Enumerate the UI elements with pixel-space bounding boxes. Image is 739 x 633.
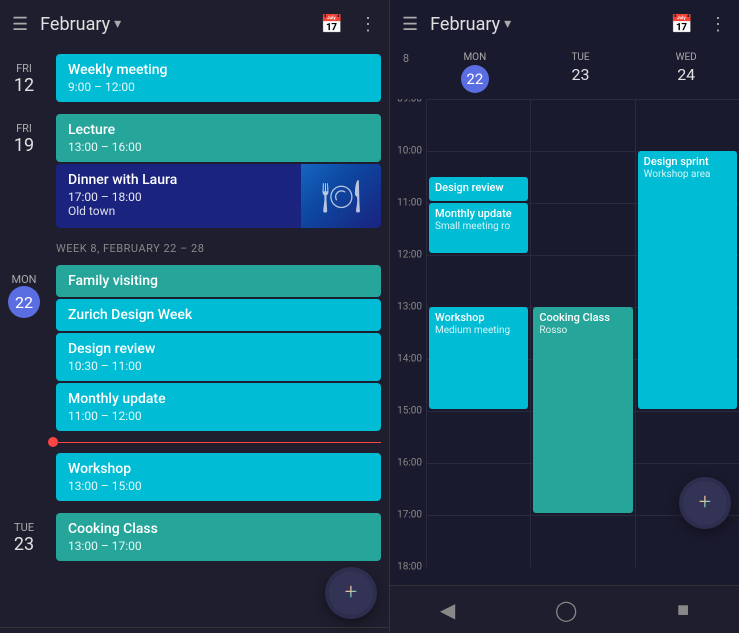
- day-row-mon22: MON 22 Family visiting Zurich Design Wee…: [0, 259, 389, 507]
- cal-col-mon: MON 22: [422, 48, 528, 99]
- cal-day-tue: Cooking ClassRosso: [530, 99, 634, 567]
- day-events-tue23: Cooking Class 13:00 – 17:00: [48, 511, 389, 563]
- right-hamburger-icon[interactable]: ☰: [402, 14, 418, 35]
- time-label-1600: 16:00: [397, 458, 422, 469]
- event-design-review[interactable]: Design review 10:30 – 11:00: [56, 333, 381, 381]
- hour-line: [427, 99, 530, 100]
- time-label-1100: 11:00: [397, 198, 422, 209]
- right-month-label: February: [430, 14, 500, 35]
- right-more-icon[interactable]: ⋮: [709, 14, 727, 35]
- day-events-mon22: Family visiting Zurich Design Week Desig…: [48, 263, 389, 503]
- left-month-title[interactable]: February ▾: [40, 14, 121, 35]
- event-workshop[interactable]: Workshop 13:00 – 15:00: [56, 453, 381, 501]
- cal-grid: 09:00 10:00 11:00 12:00 13:00 14:00 15:00 16:00…: [390, 99, 739, 585]
- day-row-tue23: TUE 23 Cooking Class 13:00 – 17:00: [0, 507, 389, 567]
- event-dinner-with-laura[interactable]: Dinner with Laura 17:00 – 18:00 Old town…: [56, 164, 381, 228]
- plus-icon: +: [345, 582, 357, 604]
- right-plus-icon: +: [699, 492, 711, 514]
- calendar-view-icon[interactable]: 📅: [321, 14, 343, 35]
- now-line: [58, 442, 381, 443]
- more-options-icon[interactable]: ⋮: [359, 14, 377, 35]
- day-row-fri12: FRI 12 Weekly meeting 9:00 – 12:00: [0, 48, 389, 108]
- right-month-title[interactable]: February ▾: [430, 14, 511, 35]
- hour-line: [636, 99, 739, 100]
- day-events-fri12: Weekly meeting 9:00 – 12:00: [48, 52, 389, 104]
- add-event-fab[interactable]: +: [325, 567, 377, 619]
- event-zurich-design-week[interactable]: Zurich Design Week: [56, 299, 381, 331]
- cal-event-0[interactable]: Design review: [429, 177, 528, 201]
- day-label-mon22: MON 22: [0, 263, 48, 318]
- hour-line: [427, 151, 530, 152]
- time-label-1300: 13:00: [397, 302, 422, 313]
- dropdown-icon[interactable]: ▾: [114, 16, 121, 32]
- hour-line: [531, 99, 634, 100]
- cal-event-sub: Rosso: [539, 325, 626, 336]
- time-label-1700: 17:00: [397, 510, 422, 521]
- hour-line: [531, 151, 634, 152]
- dinner-image: 🍽: [321, 177, 362, 215]
- time-label-1500: 15:00: [397, 406, 422, 417]
- hour-line: [636, 463, 739, 464]
- time-label-1400: 14:00: [397, 354, 422, 365]
- right-dropdown-icon[interactable]: ▾: [504, 16, 511, 32]
- hour-line: [427, 411, 530, 412]
- right-back-nav-icon[interactable]: ◀: [440, 598, 455, 622]
- right-bottom-nav: ◀ ◯ ■: [390, 585, 739, 633]
- week-header: WEEK 8, FEBRUARY 22 – 28: [0, 234, 389, 259]
- cal-event-sub: Small meeting ro: [435, 221, 522, 232]
- left-header: ☰ February ▾ 📅 ⋮: [0, 0, 389, 48]
- time-label-0900: 09:00: [397, 99, 422, 105]
- day-label-tue23: TUE 23: [0, 511, 48, 555]
- cal-event-title: Cooking Class: [539, 311, 626, 324]
- cal-event-title: Workshop: [435, 311, 522, 324]
- event-cooking-class[interactable]: Cooking Class 13:00 – 17:00: [56, 513, 381, 561]
- event-monthly-update[interactable]: Monthly update 11:00 – 12:00: [56, 383, 381, 431]
- cal-day-mon: Design review Monthly updateSmall meeting…: [426, 99, 530, 567]
- now-indicator: [48, 433, 389, 451]
- time-label-1200: 12:00: [397, 250, 422, 261]
- event-family-visiting[interactable]: Family visiting: [56, 265, 381, 297]
- week-number: 8: [390, 48, 422, 99]
- left-panel: ☰ February ▾ 📅 ⋮ FRI 12 Weekly meeting: [0, 0, 390, 633]
- left-bottom-nav: ◀ ◯ ■: [0, 627, 389, 633]
- day-label-fri12: FRI 12: [0, 52, 48, 96]
- event-lecture[interactable]: Lecture 13:00 – 16:00: [56, 114, 381, 162]
- cal-event-sub: Medium meeting: [435, 325, 522, 336]
- hour-line: [427, 515, 530, 516]
- cal-time-col: 09:00 10:00 11:00 12:00 13:00 14:00 15:00 16:00…: [390, 99, 426, 585]
- events-list: FRI 12 Weekly meeting 9:00 – 12:00 FRI 1…: [0, 48, 389, 627]
- day-events-fri19: Lecture 13:00 – 16:00 Dinner with Laura …: [48, 112, 389, 230]
- cal-event-title: Monthly update: [435, 207, 522, 220]
- right-header: ☰ February ▾ 📅 ⋮: [390, 0, 739, 48]
- time-label-1800: 18:00: [397, 562, 422, 573]
- cal-event-title: Design review: [435, 181, 522, 194]
- cal-header-row: 8 MON 22 TUE 23 WED 24: [390, 48, 739, 99]
- time-label-1000: 10:00: [397, 146, 422, 157]
- hamburger-icon[interactable]: ☰: [12, 14, 28, 35]
- cal-col-tue: TUE 23: [528, 48, 634, 99]
- right-home-nav-icon[interactable]: ◯: [555, 598, 577, 622]
- hour-line: [427, 463, 530, 464]
- cal-event-3[interactable]: Cooking ClassRosso: [533, 307, 632, 513]
- cal-event-4[interactable]: Design sprintWorkshop area: [638, 151, 737, 409]
- hour-line: [636, 411, 739, 412]
- cal-col-wed: WED 24: [633, 48, 739, 99]
- right-calendar-icon[interactable]: 📅: [671, 14, 693, 35]
- hour-line: [531, 255, 634, 256]
- hour-line: [531, 515, 634, 516]
- day-row-fri19: FRI 19 Lecture 13:00 – 16:00 Dinner with…: [0, 108, 389, 234]
- day-label-fri19: FRI 19: [0, 112, 48, 156]
- cal-event-sub: Workshop area: [644, 169, 731, 180]
- event-weekly-meeting[interactable]: Weekly meeting 9:00 – 12:00: [56, 54, 381, 102]
- cal-event-2[interactable]: WorkshopMedium meeting: [429, 307, 528, 409]
- right-recents-nav-icon[interactable]: ■: [677, 597, 689, 622]
- right-add-event-fab[interactable]: +: [679, 477, 731, 529]
- hour-line: [531, 203, 634, 204]
- cal-event-title: Design sprint: [644, 155, 731, 168]
- hour-line: [427, 255, 530, 256]
- left-month-label: February: [40, 14, 110, 35]
- cal-event-1[interactable]: Monthly updateSmall meeting ro: [429, 203, 528, 253]
- now-dot: [48, 437, 58, 447]
- right-panel: ☰ February ▾ 📅 ⋮ 8 MON 22 TUE 23 WED 24: [390, 0, 739, 633]
